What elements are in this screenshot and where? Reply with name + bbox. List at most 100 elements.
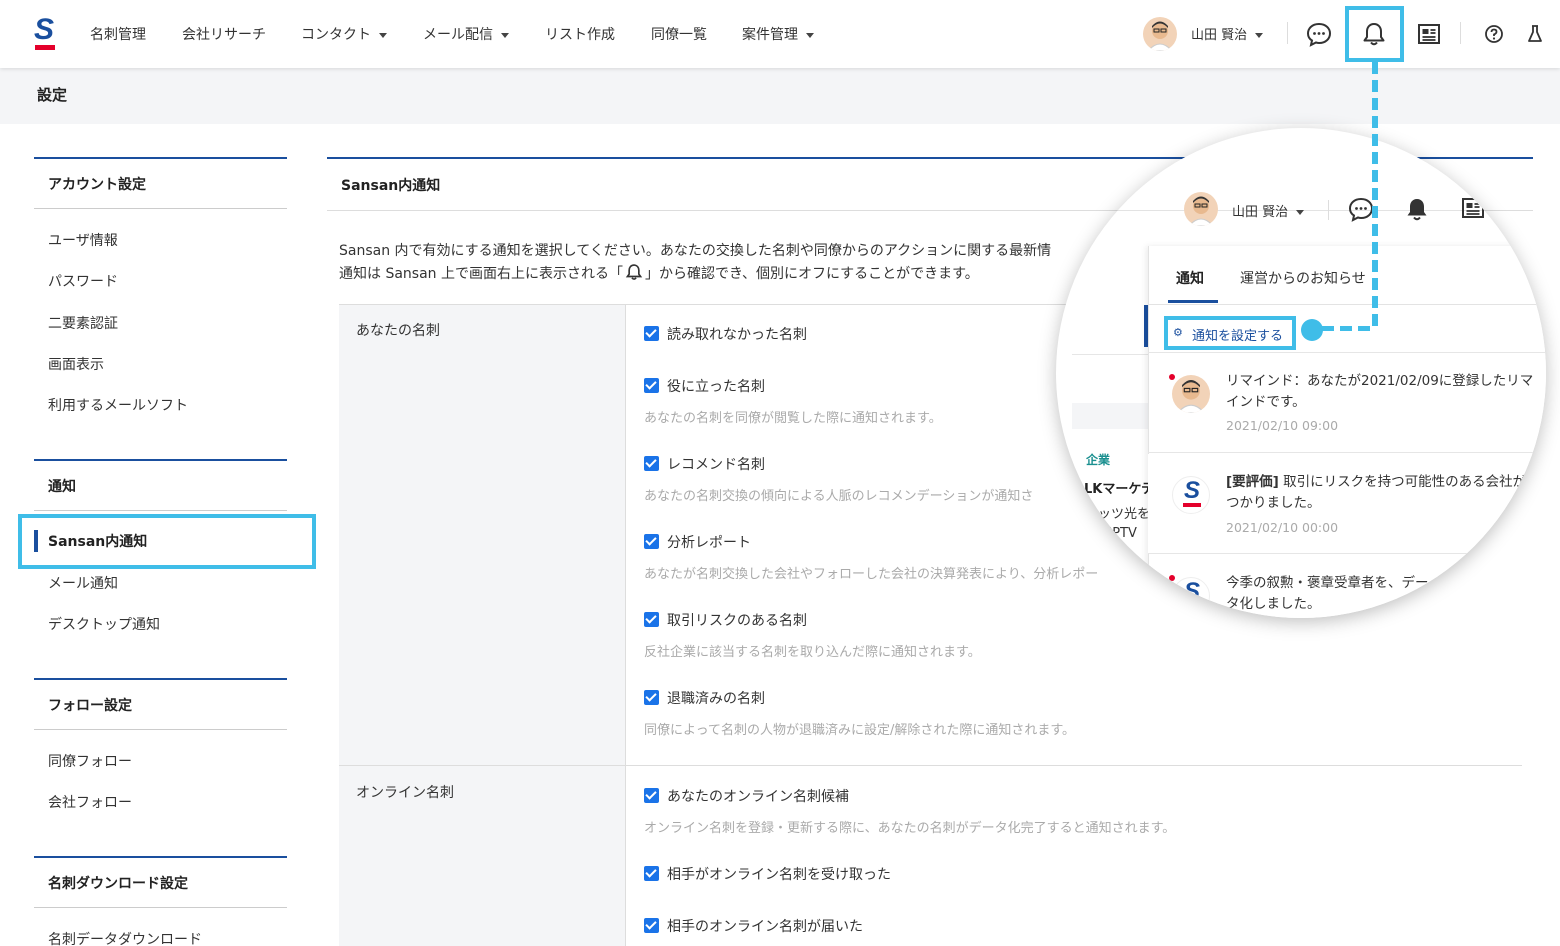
- nav-list-creation[interactable]: リスト作成: [545, 24, 615, 44]
- divider: [1328, 200, 1329, 220]
- background-text: LKマーケテ: [1084, 482, 1155, 497]
- news-icon[interactable]: [1461, 196, 1485, 224]
- background-row: [1072, 403, 1148, 429]
- nav-company-research[interactable]: 会社リサーチ: [182, 24, 266, 44]
- option-label: 取引リスクのある名刺: [667, 613, 807, 629]
- nav-mail-delivery[interactable]: メール配信: [423, 24, 509, 44]
- divider: [34, 729, 287, 730]
- description-text: 通知は Sansan 上で画面右上に表示される「: [339, 266, 623, 282]
- sidebar-item-desktop-notification[interactable]: デスクトップ通知: [48, 614, 160, 634]
- callout-connector: [1372, 62, 1378, 332]
- user-name: 山田 賢治: [1191, 28, 1248, 43]
- chat-icon[interactable]: [1348, 196, 1374, 226]
- sidebar-item-company-follow[interactable]: 会社フォロー: [48, 792, 132, 812]
- divider: [34, 678, 287, 680]
- notification-text: [要評価] 取引にリスクを持つ可能性のある会社が見つかりました。: [1226, 472, 1546, 514]
- sidebar-item-two-factor[interactable]: 二要素認証: [48, 313, 118, 333]
- sidebar-item-mail-software[interactable]: 利用するメールソフト: [48, 395, 188, 415]
- notification-settings-link[interactable]: ⚙ 通知を設定する: [1164, 316, 1296, 350]
- option-help: 同僚によって名刺の人物が退職済みに設定/解除された際に通知されます。: [644, 723, 1076, 738]
- chevron-down-icon: [1296, 210, 1305, 215]
- bell-highlight: [1345, 6, 1404, 62]
- option-help: オンライン名刺を登録・更新する際に、あなたの名刺がデータ化完了すると通知されます…: [644, 821, 1176, 836]
- tab-announcements[interactable]: 運営からのお知らせ: [1240, 268, 1366, 288]
- checkbox-analysis-report[interactable]: [644, 534, 659, 549]
- sidebar-item-colleague-follow[interactable]: 同僚フォロー: [48, 751, 132, 771]
- flask-icon[interactable]: [1521, 20, 1549, 48]
- sidebar-item-password[interactable]: パスワード: [48, 271, 118, 291]
- notification-time: 2021/02/10 00:00: [1226, 520, 1339, 535]
- background-text: /IPTV: [1104, 526, 1137, 541]
- avatar[interactable]: [1184, 192, 1218, 226]
- user-name: 山田 賢治: [1232, 205, 1289, 220]
- nav-contact[interactable]: コンタクト: [301, 24, 387, 44]
- nav-deal-management-label: 案件管理: [742, 27, 798, 43]
- group-cell: あなたの名刺: [339, 305, 626, 765]
- sidebar-item-user-info[interactable]: ユーザ情報: [48, 230, 118, 250]
- option-label: 読み取れなかった名刺: [667, 327, 807, 343]
- checkbox-useful-cards[interactable]: [644, 378, 659, 393]
- checkbox-retired-cards[interactable]: [644, 690, 659, 705]
- page-title: 設定: [37, 86, 68, 104]
- divider: [1148, 304, 1546, 305]
- page-header: [0, 68, 1560, 124]
- nav-card-management[interactable]: 名刺管理: [90, 24, 146, 44]
- group-cell: オンライン名刺: [339, 766, 626, 946]
- notification-text: 今季の叙勲・褒章受章者を、データ化しました。: [1226, 575, 1429, 612]
- unread-dot: [1169, 575, 1175, 581]
- checkbox-online-card-received[interactable]: [644, 866, 659, 881]
- sidebar-item-display[interactable]: 画面表示: [48, 354, 104, 374]
- news-icon[interactable]: [1415, 20, 1443, 48]
- sidebar-item-mail-notification[interactable]: メール通知: [48, 573, 118, 593]
- checkbox-online-card-candidate[interactable]: [644, 788, 659, 803]
- option-label: 分析レポート: [667, 535, 751, 551]
- nav-contact-label: コンタクト: [301, 27, 371, 43]
- avatar[interactable]: [1143, 17, 1177, 51]
- option-label: あなたのオンライン名刺候補: [667, 789, 849, 805]
- tab-notifications[interactable]: 通知: [1176, 268, 1204, 288]
- sidebar-heading-account: アカウント設定: [48, 177, 146, 193]
- divider: [34, 510, 287, 511]
- user-menu[interactable]: 山田 賢治: [1191, 24, 1264, 43]
- chevron-down-icon: [379, 32, 387, 38]
- divider: [1072, 354, 1148, 355]
- option-label: 退職済みの名刺: [667, 691, 765, 707]
- sidebar-item-card-data-download[interactable]: 名刺データダウンロード: [48, 929, 202, 946]
- chevron-down-icon: [1255, 33, 1264, 38]
- checkbox-online-card-arrived[interactable]: [644, 918, 659, 933]
- group-label-online-cards: オンライン名刺: [356, 785, 454, 801]
- active-tab-indicator: [1168, 300, 1218, 303]
- option-label: 役に立った名刺: [667, 379, 765, 395]
- option-help: あなたが名刺交換した会社やフォローした会社の決算発表により、分析レポー: [644, 567, 1099, 582]
- user-menu[interactable]: 山田 賢治: [1232, 201, 1305, 220]
- notification-item[interactable]: リマインド：あなたが2021/02/09に登録したリマインドです。 2021/0…: [1148, 353, 1546, 453]
- description-line: Sansan 内で有効にする通知を選択してください。あなたの交換した名刺や同僚か…: [339, 243, 1052, 259]
- description-text: 」から確認でき、個別にオフにすることができます。: [644, 266, 979, 282]
- sansan-logo: S: [1172, 476, 1210, 514]
- avatar: [1172, 375, 1210, 413]
- option-help: 反社企業に該当する名刺を取り込んだ際に通知されます。: [644, 645, 981, 660]
- bell-icon[interactable]: [1405, 196, 1429, 226]
- group-label-your-cards: あなたの名刺: [356, 323, 440, 339]
- notification-item[interactable]: S 今季の叙勲・褒章受章者を、データ化しました。: [1148, 555, 1546, 618]
- divider: [34, 208, 287, 209]
- sansan-logo[interactable]: S: [34, 13, 56, 51]
- notification-text: リマインド：あなたが2021/02/09に登録したリマインドです。: [1226, 373, 1534, 410]
- help-icon[interactable]: [1480, 20, 1508, 48]
- checkbox-risk-cards[interactable]: [644, 612, 659, 627]
- checkbox-recommend-cards[interactable]: [644, 456, 659, 471]
- section-title: Sansan内通知: [341, 178, 441, 194]
- option-label: レコメンド名刺: [667, 457, 765, 473]
- nav-deal-management[interactable]: 案件管理: [742, 24, 814, 44]
- divider: [34, 856, 287, 858]
- sidebar-heading-download: 名刺ダウンロード設定: [48, 876, 188, 892]
- divider: [1460, 22, 1461, 44]
- notification-item[interactable]: S [要評価] 取引にリスクを持つ可能性のある会社が見つかりました。 2021/…: [1148, 454, 1546, 554]
- divider: [34, 157, 287, 159]
- nav-colleagues[interactable]: 同僚一覧: [651, 24, 707, 44]
- sidebar-heading-follow: フォロー設定: [48, 698, 132, 714]
- settings-link-label: 通知を設定する: [1192, 329, 1284, 344]
- checkbox-unreadable-cards[interactable]: [644, 326, 659, 341]
- gear-icon: ⚙: [1173, 326, 1183, 339]
- chat-icon[interactable]: [1305, 20, 1333, 48]
